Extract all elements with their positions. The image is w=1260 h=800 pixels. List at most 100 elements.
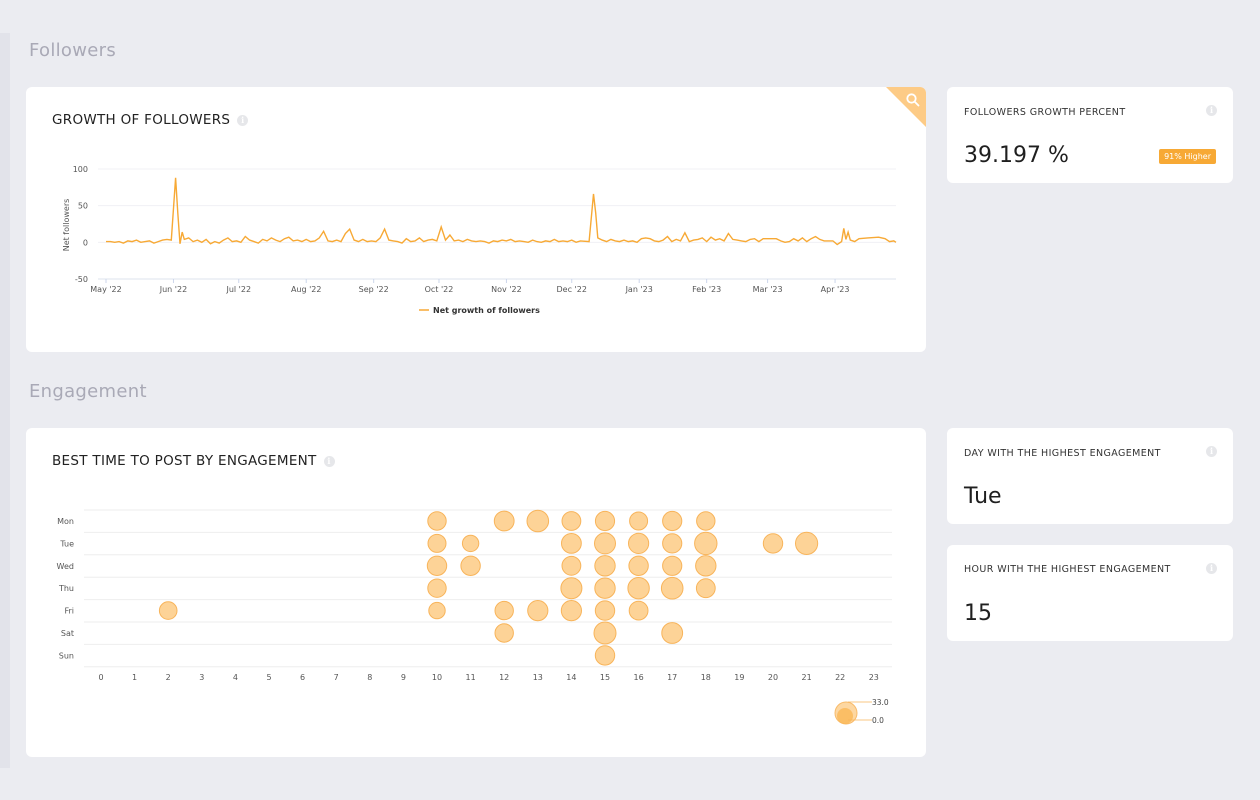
kpi-value: Tue bbox=[964, 484, 1002, 509]
bubble-point[interactable] bbox=[594, 600, 616, 621]
x-hour-label: 20 bbox=[768, 673, 778, 682]
x-hour-label: 6 bbox=[300, 673, 305, 682]
legend-min-label: 0.0 bbox=[872, 716, 884, 725]
info-icon[interactable]: i bbox=[1206, 105, 1217, 116]
best-time-bubble-chart: MonTueWedThuFriSatSun 0 1 2 3 4 5 6 7 8 9 10 11 12 13… bbox=[57, 509, 892, 725]
info-icon[interactable]: i bbox=[1206, 446, 1217, 457]
y-category-label: Mon bbox=[57, 517, 74, 526]
x-tick-label: Feb '23 bbox=[692, 285, 721, 294]
x-hour-label: 19 bbox=[734, 673, 744, 682]
x-tick-label: Nov '22 bbox=[491, 285, 522, 294]
bubble-point[interactable] bbox=[493, 510, 515, 532]
y-category-label: Sun bbox=[59, 651, 74, 660]
x-hour-label: 8 bbox=[367, 673, 372, 682]
bubble-point[interactable] bbox=[494, 623, 514, 643]
x-hour-label: 2 bbox=[166, 673, 171, 682]
y-tick-label: 100 bbox=[73, 165, 88, 174]
bubble-point[interactable] bbox=[695, 555, 717, 577]
kpi-value: 39.197 % bbox=[964, 143, 1069, 168]
y-axis-label: Net followers bbox=[62, 199, 71, 252]
x-hour-label: 16 bbox=[634, 673, 644, 682]
day-highest-engagement-card: DAY WITH THE HIGHEST ENGAGEMENT i Tue bbox=[947, 428, 1233, 524]
bubble-point[interactable] bbox=[427, 533, 447, 553]
bubble-point[interactable] bbox=[427, 511, 447, 531]
chart-legend[interactable]: Net growth of followers bbox=[419, 306, 540, 315]
bubble-point[interactable] bbox=[594, 577, 616, 599]
x-tick-label: Dec '22 bbox=[557, 285, 587, 294]
bubble-point[interactable] bbox=[560, 600, 583, 622]
bubble-point[interactable] bbox=[695, 578, 716, 599]
bubble-point[interactable] bbox=[660, 576, 684, 600]
x-hour-label: 23 bbox=[869, 673, 879, 682]
bubble-point[interactable] bbox=[628, 555, 649, 577]
bubble-point[interactable] bbox=[561, 533, 582, 554]
x-tick-label: May '22 bbox=[90, 285, 121, 294]
y-category-label: Sat bbox=[61, 629, 74, 638]
y-category-label: Tue bbox=[59, 539, 74, 548]
bubble-point[interactable] bbox=[594, 510, 616, 532]
bubble-point[interactable] bbox=[694, 531, 718, 556]
hour-highest-engagement-card: HOUR WITH THE HIGHEST ENGAGEMENT i 15 bbox=[947, 545, 1233, 641]
bubble-point[interactable] bbox=[427, 578, 447, 598]
x-hour-label: 7 bbox=[334, 673, 339, 682]
bubble-point[interactable] bbox=[561, 511, 582, 531]
bubble-point[interactable] bbox=[560, 577, 583, 600]
x-tick-label: Oct '22 bbox=[425, 285, 454, 294]
x-hour-label: 13 bbox=[533, 673, 543, 682]
x-hour-label: 14 bbox=[566, 673, 576, 682]
legend-bubble-min bbox=[837, 708, 853, 724]
y-category-label: Wed bbox=[57, 562, 74, 571]
bubble-point[interactable] bbox=[428, 601, 446, 620]
x-tick-label: Mar '23 bbox=[753, 285, 783, 294]
section-title-engagement: Engagement bbox=[29, 381, 147, 402]
x-tick-label: Aug '22 bbox=[291, 285, 322, 294]
x-hour-label: 21 bbox=[802, 673, 812, 682]
x-hour-label: 22 bbox=[835, 673, 845, 682]
bubble-point[interactable] bbox=[629, 511, 649, 531]
kpi-title: FOLLOWERS GROWTH PERCENT bbox=[964, 107, 1126, 118]
x-hour-label: 1 bbox=[132, 673, 137, 682]
x-hour-label: 15 bbox=[600, 673, 610, 682]
info-icon[interactable]: i bbox=[1206, 563, 1217, 574]
bubble-point[interactable] bbox=[627, 577, 650, 600]
bubble-point[interactable] bbox=[662, 555, 683, 576]
x-hour-label: 10 bbox=[432, 673, 442, 682]
x-tick-label: Jan '23 bbox=[625, 285, 653, 294]
x-hour-label: 11 bbox=[466, 673, 476, 682]
bubble-point[interactable] bbox=[494, 600, 514, 621]
x-tick-label: Jul '22 bbox=[225, 285, 251, 294]
x-tick-label: Jun '22 bbox=[159, 285, 187, 294]
growth-line-chart: 100 50 0 -50 May '22 Jun '22 Jul '22 Aug '22 Se… bbox=[62, 165, 897, 315]
x-hour-label: 12 bbox=[499, 673, 509, 682]
bubble-point[interactable] bbox=[593, 621, 617, 645]
bubble-point[interactable] bbox=[661, 622, 684, 644]
bubble-point[interactable] bbox=[696, 511, 716, 531]
sidebar-edge bbox=[0, 33, 10, 768]
comparison-badge: 91% Higher bbox=[1159, 149, 1216, 164]
x-tick-label: Apr '23 bbox=[821, 285, 850, 294]
bubble-point[interactable] bbox=[594, 555, 616, 577]
bubble-point[interactable] bbox=[795, 531, 819, 556]
bubble-point[interactable] bbox=[426, 555, 448, 577]
bubble-point[interactable] bbox=[460, 555, 481, 577]
bubble-point[interactable] bbox=[561, 555, 582, 576]
legend-max-label: 33.0 bbox=[872, 698, 889, 707]
bubble-point[interactable] bbox=[628, 532, 650, 555]
bubble-point[interactable] bbox=[461, 534, 480, 553]
x-hour-label: 3 bbox=[199, 673, 204, 682]
bubble-point[interactable] bbox=[762, 533, 784, 554]
series-line-net-growth bbox=[106, 177, 897, 246]
bubble-point[interactable] bbox=[628, 600, 649, 621]
kpi-title: DAY WITH THE HIGHEST ENGAGEMENT bbox=[964, 448, 1161, 459]
bubble-point[interactable] bbox=[158, 601, 178, 620]
x-hour-label: 9 bbox=[401, 673, 406, 682]
growth-of-followers-card: GROWTH OF FOLLOWERS i 100 50 0 -50 May '22 J… bbox=[26, 87, 926, 352]
bubble-point[interactable] bbox=[594, 532, 616, 555]
bubble-point[interactable] bbox=[662, 510, 683, 532]
x-hour-label: 17 bbox=[667, 673, 677, 682]
bubble-point[interactable] bbox=[662, 533, 683, 554]
bubble-point[interactable] bbox=[594, 645, 616, 666]
bubble-point[interactable] bbox=[527, 600, 549, 622]
bubble-point[interactable] bbox=[526, 509, 550, 533]
section-title-followers: Followers bbox=[29, 40, 117, 61]
